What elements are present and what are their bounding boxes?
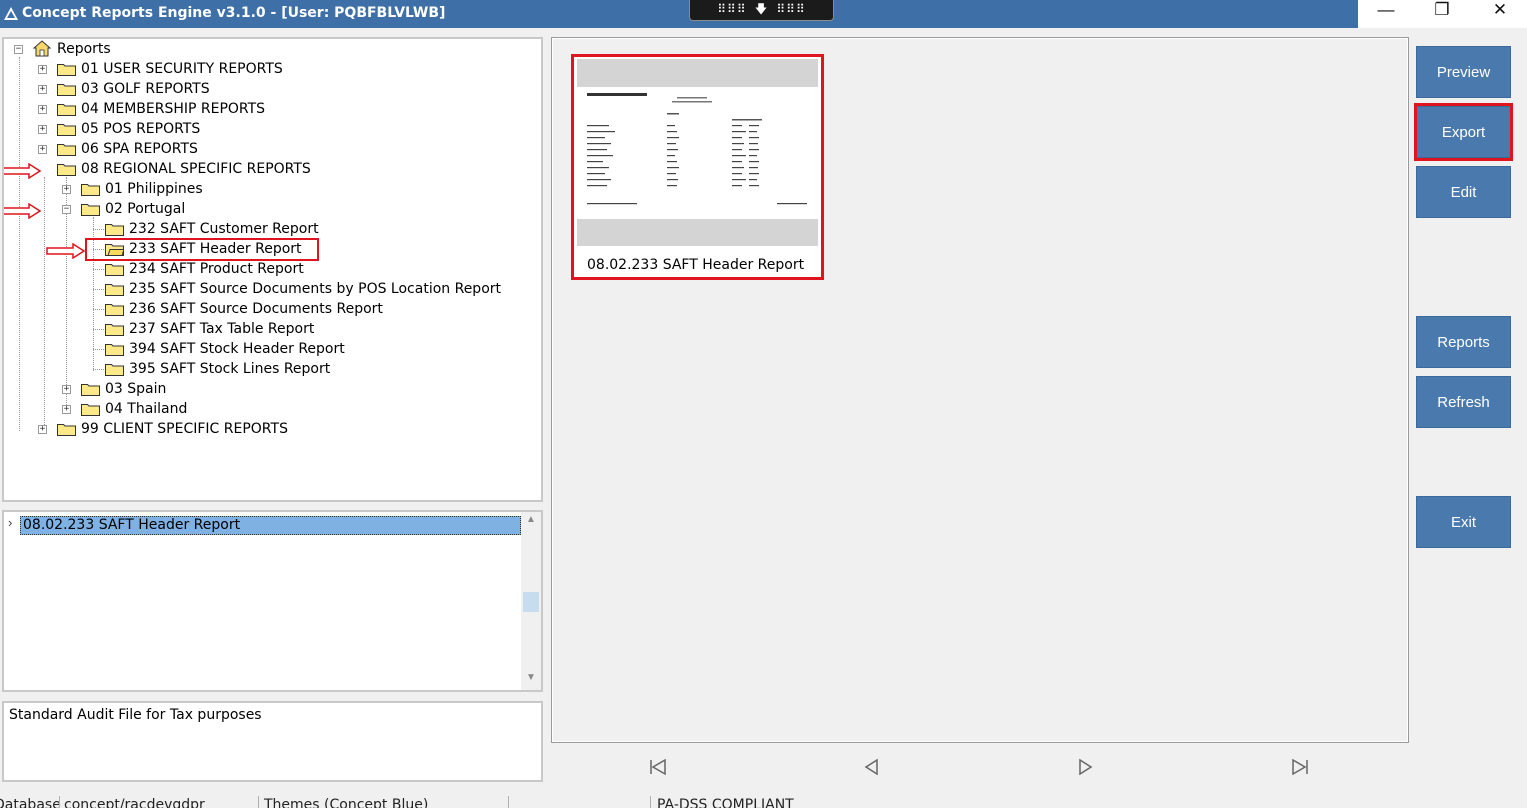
- status-database-label: Database: [0, 797, 61, 808]
- folder-icon: [57, 164, 76, 176]
- last-page-icon[interactable]: [1289, 756, 1311, 778]
- folder-icon: [57, 84, 76, 96]
- title-bar: Concept Reports Engine v3.1.0 - [User: P…: [0, 0, 1527, 28]
- thumbnail-caption: 08.02.233 SAFT Header Report: [587, 257, 805, 273]
- annotation-highlight-box: [1414, 103, 1513, 161]
- home-icon: [33, 40, 51, 57]
- tree-guide-line: [44, 177, 45, 431]
- list-scrollbar[interactable]: ▲ ▼: [521, 512, 541, 690]
- folder-icon: [57, 144, 76, 156]
- tree-item-label: 03 GOLF REPORTS: [81, 81, 210, 97]
- tree-item-label: 05 POS REPORTS: [81, 121, 201, 137]
- expand-icon[interactable]: +: [38, 125, 47, 134]
- reports-button[interactable]: Reports: [1416, 316, 1511, 368]
- collapse-icon[interactable]: −: [62, 205, 71, 214]
- selected-report-row[interactable]: 08.02.233 SAFT Header Report: [20, 516, 521, 535]
- expand-icon[interactable]: +: [38, 85, 47, 94]
- status-connection: concept/racdevgdpr: [64, 797, 205, 808]
- expand-icon[interactable]: +: [38, 425, 47, 434]
- preview-button[interactable]: Preview: [1416, 46, 1511, 98]
- expand-icon[interactable]: +: [62, 185, 71, 194]
- tree-item-label: 04 MEMBERSHIP REPORTS: [81, 101, 266, 117]
- folder-icon: [57, 104, 76, 116]
- folder-icon: [81, 404, 100, 416]
- report-tree-panel: − Reports + 01 USER SECURITY REPORTS + 0…: [2, 37, 543, 502]
- tree-root-label: Reports: [57, 41, 111, 57]
- folder-icon: [105, 224, 124, 236]
- folder-icon: [105, 304, 124, 316]
- previous-page-icon[interactable]: [861, 756, 883, 778]
- tree-item-label: 06 SPA REPORTS: [81, 141, 198, 157]
- folder-icon: [81, 184, 100, 196]
- tree-item-label: 01 USER SECURITY REPORTS: [81, 61, 283, 77]
- folder-icon: [81, 204, 100, 216]
- collapse-icon[interactable]: −: [14, 45, 23, 54]
- annotation-highlight-box: [85, 238, 319, 261]
- folder-icon: [57, 424, 76, 436]
- app-logo-icon: [4, 7, 18, 20]
- restore-button[interactable]: ❐: [1414, 0, 1470, 22]
- report-preview-graphic: [587, 93, 807, 205]
- scroll-down-icon[interactable]: ▼: [521, 672, 541, 688]
- annotation-arrow-icon: [46, 243, 86, 259]
- tree-item-label: 04 Thailand: [105, 401, 188, 417]
- tree-item-label: 237 SAFT Tax Table Report: [129, 321, 315, 337]
- folder-icon: [105, 344, 124, 356]
- next-page-icon[interactable]: [1074, 756, 1096, 778]
- folder-icon: [105, 264, 124, 276]
- tree-item-label: 235 SAFT Source Documents by POS Locatio…: [129, 281, 502, 297]
- app-window: Concept Reports Engine v3.1.0 - [User: P…: [0, 0, 1527, 808]
- annotation-arrow-icon: [4, 203, 42, 219]
- tree-item-label: 08 REGIONAL SPECIFIC REPORTS: [81, 161, 311, 177]
- first-page-icon[interactable]: [647, 756, 669, 778]
- scroll-up-icon[interactable]: ▲: [521, 514, 541, 530]
- expand-icon[interactable]: +: [62, 405, 71, 414]
- folder-icon: [57, 124, 76, 136]
- tree-item-label: 395 SAFT Stock Lines Report: [129, 361, 331, 377]
- tree-item-label: 99 CLIENT SPECIFIC REPORTS: [81, 421, 288, 437]
- expand-icon[interactable]: +: [38, 145, 47, 154]
- report-thumbnail-card[interactable]: 08.02.233 SAFT Header Report: [571, 54, 824, 280]
- window-title: Concept Reports Engine v3.1.0 - [User: P…: [22, 5, 446, 21]
- folder-icon: [57, 64, 76, 76]
- scroll-thumb[interactable]: [523, 592, 539, 612]
- tree-item-label: 234 SAFT Product Report: [129, 261, 304, 277]
- folder-icon: [105, 324, 124, 336]
- tree-item-label: 03 Spain: [105, 381, 167, 397]
- tree-item-label: 02 Portugal: [105, 201, 186, 217]
- edit-button[interactable]: Edit: [1416, 166, 1511, 218]
- tree-item-label: 394 SAFT Stock Header Report: [129, 341, 345, 357]
- report-description: Standard Audit File for Tax purposes: [2, 701, 543, 782]
- folder-icon: [105, 364, 124, 376]
- row-indicator-icon: ›: [8, 515, 13, 530]
- minimize-button[interactable]: —: [1358, 0, 1414, 22]
- status-theme: Themes (Concept Blue): [264, 797, 429, 808]
- annotation-arrow-icon: [4, 163, 42, 179]
- status-bar: Database concept/racdevgdpr Themes (Conc…: [0, 795, 1527, 808]
- tree-item-label: 232 SAFT Customer Report: [129, 221, 319, 237]
- folder-icon: [105, 284, 124, 296]
- status-compliance: PA-DSS COMPLIANT: [657, 797, 794, 808]
- tree-guide-line: [19, 57, 20, 431]
- close-button[interactable]: ✕: [1472, 0, 1527, 22]
- tree-item-label: 01 Philippines: [105, 181, 203, 197]
- report-thumbnail-image: [577, 59, 818, 246]
- exit-button[interactable]: Exit: [1416, 496, 1511, 548]
- report-list-panel: › 08.02.233 SAFT Header Report ▲ ▼: [2, 510, 543, 692]
- toolbar-grip-handle[interactable]: ⠿⠿⠿ 🡇 ⠿⠿⠿: [689, 0, 834, 21]
- folder-icon: [81, 384, 100, 396]
- expand-icon[interactable]: +: [62, 385, 71, 394]
- expand-icon[interactable]: +: [38, 65, 47, 74]
- tree-item-label: 236 SAFT Source Documents Report: [129, 301, 383, 317]
- expand-icon[interactable]: +: [38, 105, 47, 114]
- refresh-button[interactable]: Refresh: [1416, 376, 1511, 428]
